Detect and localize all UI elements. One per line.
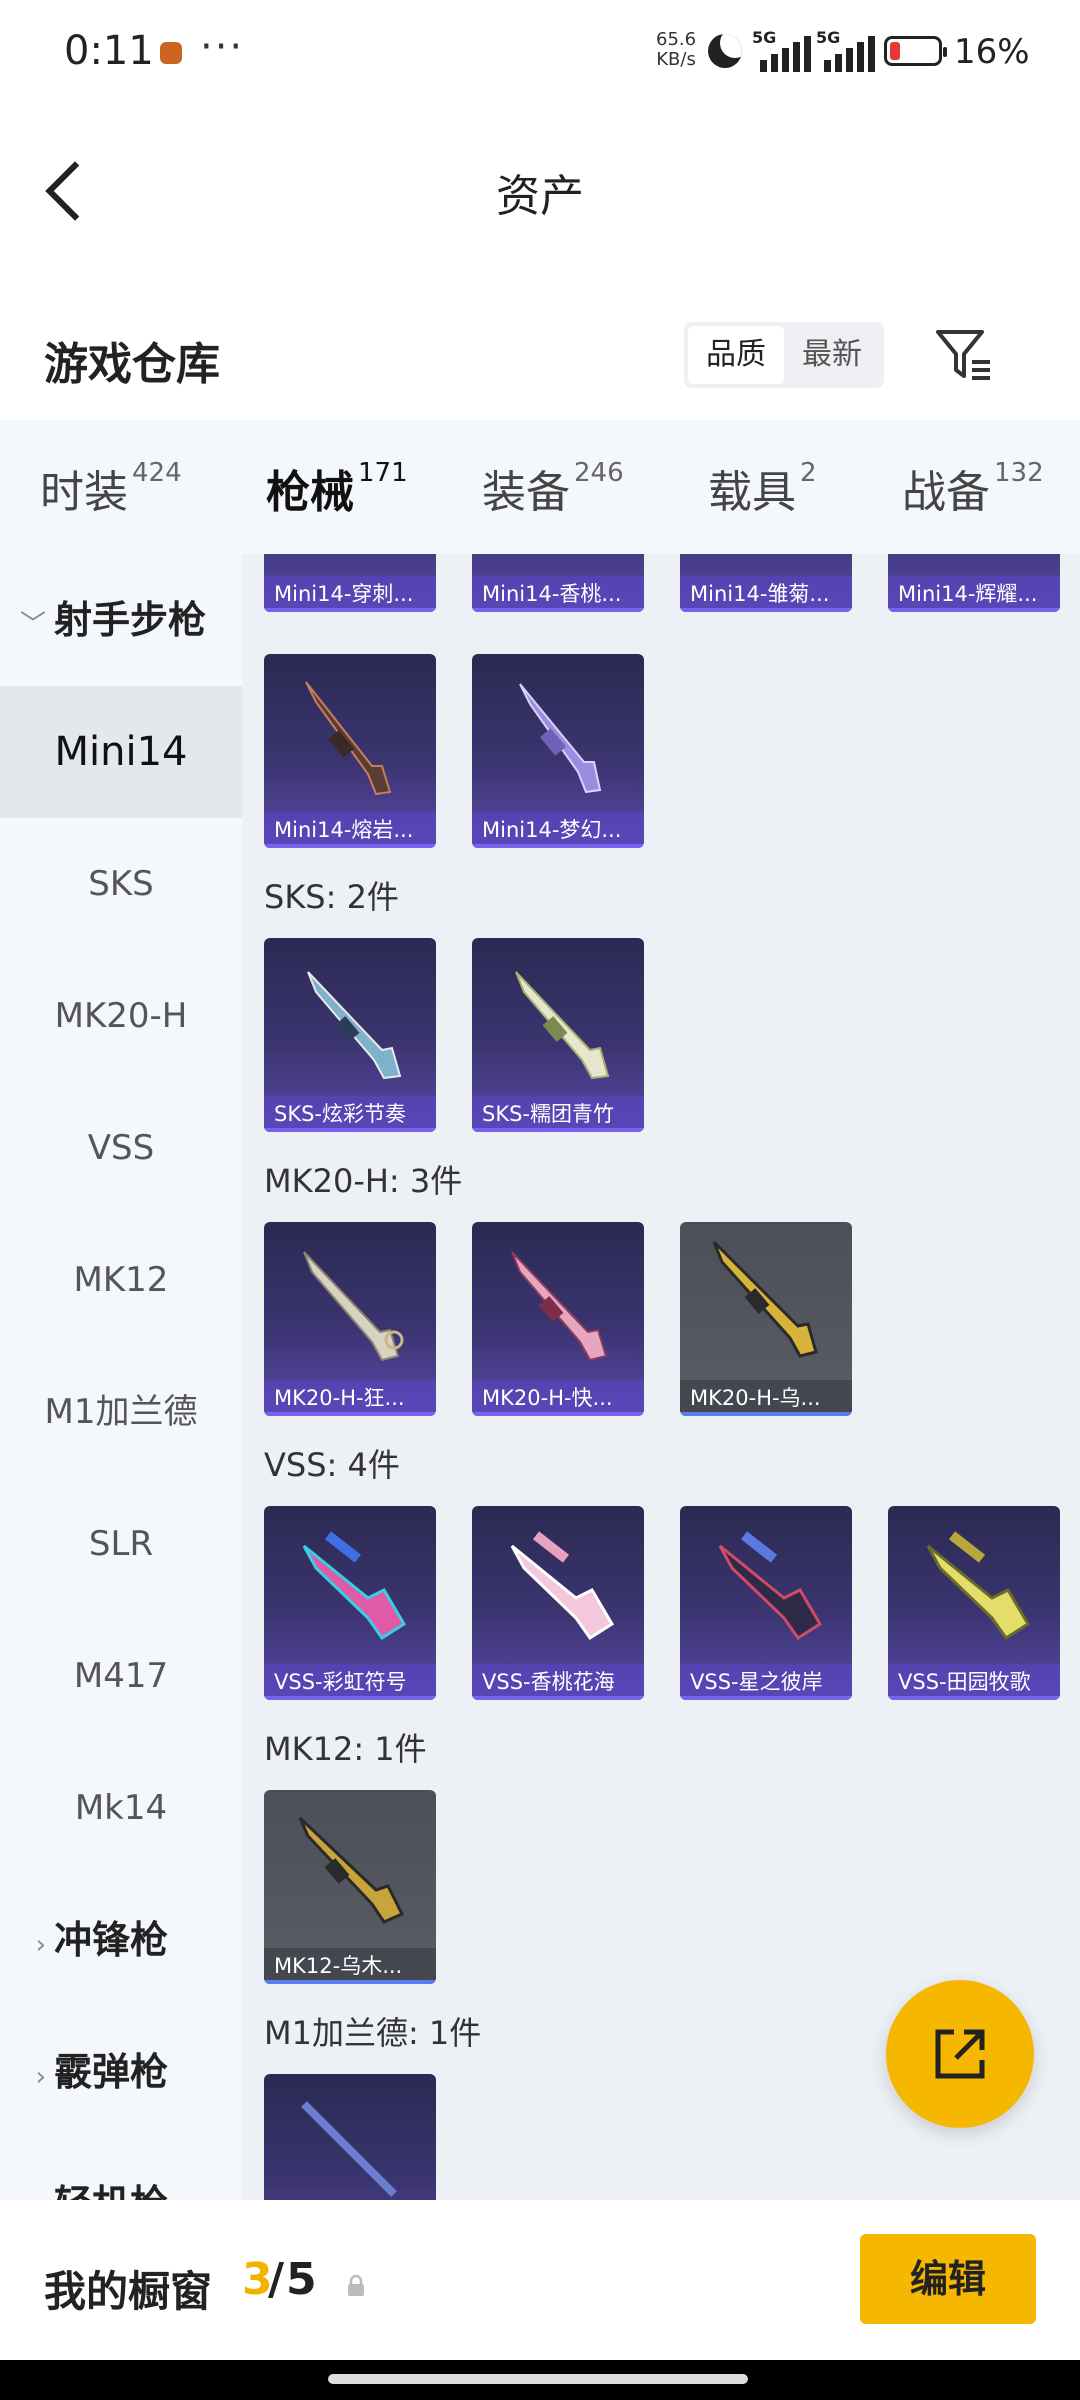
warehouse-header: 游戏仓库 品质 最新 [0, 280, 1080, 420]
section-title-sks: SKS: 2件 [264, 878, 399, 916]
warehouse-title: 游戏仓库 [44, 339, 220, 390]
battery-icon [884, 36, 947, 66]
skin-card[interactable]: MK20-H-乌... [680, 1222, 852, 1416]
sidebar-item-slr[interactable]: SLR [0, 1478, 242, 1610]
chevron-down-icon: ﹀ [19, 610, 46, 640]
skin-card[interactable]: VSS-彩虹符号 [264, 1506, 436, 1700]
skin-card[interactable] [264, 2074, 436, 2200]
section-title-mk12: MK12: 1件 [264, 1730, 427, 1768]
sort-toggle: 品质 最新 [684, 322, 884, 388]
showcase-separator: / [268, 2254, 285, 2305]
skin-card[interactable]: SKS-炫彩节奏 [264, 938, 436, 1132]
sidebar-item-mk14[interactable]: Mk14 [0, 1742, 242, 1874]
skin-card[interactable]: MK20-H-狂... [264, 1222, 436, 1416]
sidebar-item-mk20h[interactable]: MK20-H [0, 950, 242, 1082]
weapon-type-sidebar: ﹀ 射手步枪 Mini14 SKS MK20-H VSS MK12 M1加兰德 S… [0, 554, 242, 2200]
sidebar-item-m417[interactable]: M417 [0, 1610, 242, 1742]
skin-card[interactable]: Mini14-香桃... [472, 554, 644, 612]
do-not-disturb-icon [708, 34, 742, 68]
sidebar-item-mk12[interactable]: MK12 [0, 1214, 242, 1346]
tab-supplies[interactable]: 战备 132 [902, 456, 1044, 518]
weapon-grid: Mini14-穿刺... Mini14-香桃... Mini14-雏菊... M… [242, 554, 1080, 2200]
page-title: 资产 [496, 171, 584, 222]
sidebar-item-m1garand[interactable]: M1加兰德 [0, 1346, 242, 1478]
network-speed: 65.6 KB/s [656, 29, 697, 70]
sidebar-item-vss[interactable]: VSS [0, 1082, 242, 1214]
section-title-m1garand: M1加兰德: 1件 [264, 2014, 482, 2052]
chevron-right-icon: › [35, 1930, 46, 1960]
category-tabs: 时装 424 枪械 171 装备 246 载具 2 战备 132 [0, 420, 1080, 562]
skin-card[interactable]: Mini14-穿刺... [264, 554, 436, 612]
sort-latest-button[interactable]: 最新 [784, 326, 880, 384]
skin-card[interactable]: Mini14-辉耀... [888, 554, 1060, 612]
tab-fashion[interactable]: 时装 424 [40, 456, 182, 518]
sidebar-group-lmg[interactable]: ›轻机枪 [0, 2138, 242, 2200]
skin-card[interactable]: VSS-星之彼岸 [680, 1506, 852, 1700]
section-title-vss: VSS: 4件 [264, 1446, 400, 1484]
showcase-total-count: 5 [286, 2254, 317, 2305]
skin-card[interactable]: Mini14-梦幻... [472, 654, 644, 848]
app-notification-icon [160, 42, 182, 64]
battery-percent: 16% [954, 32, 1030, 72]
sort-quality-button[interactable]: 品质 [688, 326, 784, 384]
status-time: 0:11 [64, 28, 154, 74]
skin-card[interactable]: Mini14-雏菊... [680, 554, 852, 612]
lock-icon [348, 2274, 364, 2296]
skin-card[interactable]: MK20-H-快... [472, 1222, 644, 1416]
chevron-right-icon: › [35, 2062, 46, 2092]
home-gesture-handle[interactable] [328, 2374, 748, 2384]
status-bar: 0:11 ··· 65.6 KB/s 5G 5G 16% [0, 0, 1080, 100]
tab-guns[interactable]: 枪械 171 [266, 456, 408, 562]
skin-card[interactable]: VSS-香桃花海 [472, 1506, 644, 1700]
showcase-bar: 我的橱窗 3 / 5 编辑 [0, 2200, 1080, 2360]
more-notifications-icon: ··· [200, 24, 245, 70]
share-button[interactable] [886, 1980, 1034, 2128]
signal-sim1-icon: 5G [752, 28, 811, 72]
skin-card[interactable]: SKS-糯团青竹 [472, 938, 644, 1132]
skin-card[interactable]: Mini14-熔岩... [264, 654, 436, 848]
edit-button[interactable]: 编辑 [860, 2234, 1036, 2324]
system-nav-bar [0, 2360, 1080, 2400]
tab-equipment[interactable]: 装备 246 [482, 456, 624, 518]
section-title-mk20h: MK20-H: 3件 [264, 1162, 463, 1200]
sidebar-item-mini14[interactable]: Mini14 [0, 686, 242, 818]
skin-card[interactable]: VSS-田园牧歌 [888, 1506, 1060, 1700]
sidebar-group-smg[interactable]: › 冲锋枪 [0, 1874, 242, 2006]
chevron-right-icon: › [0, 2143, 46, 2200]
sidebar-item-sks[interactable]: SKS [0, 818, 242, 950]
tab-vehicles[interactable]: 载具 2 [708, 456, 817, 518]
sidebar-group-shotgun[interactable]: › 霰弹枪 [0, 2006, 242, 2138]
showcase-label: 我的橱窗 [44, 2267, 213, 2316]
sidebar-group-marksman[interactable]: ﹀ 射手步枪 [0, 554, 242, 686]
signal-sim2-icon: 5G [816, 28, 875, 72]
share-icon [935, 2029, 985, 2079]
title-bar: 资产 [0, 100, 1080, 280]
skin-card[interactable]: MK12-乌木... [264, 1790, 436, 1984]
filter-icon[interactable] [934, 324, 994, 384]
